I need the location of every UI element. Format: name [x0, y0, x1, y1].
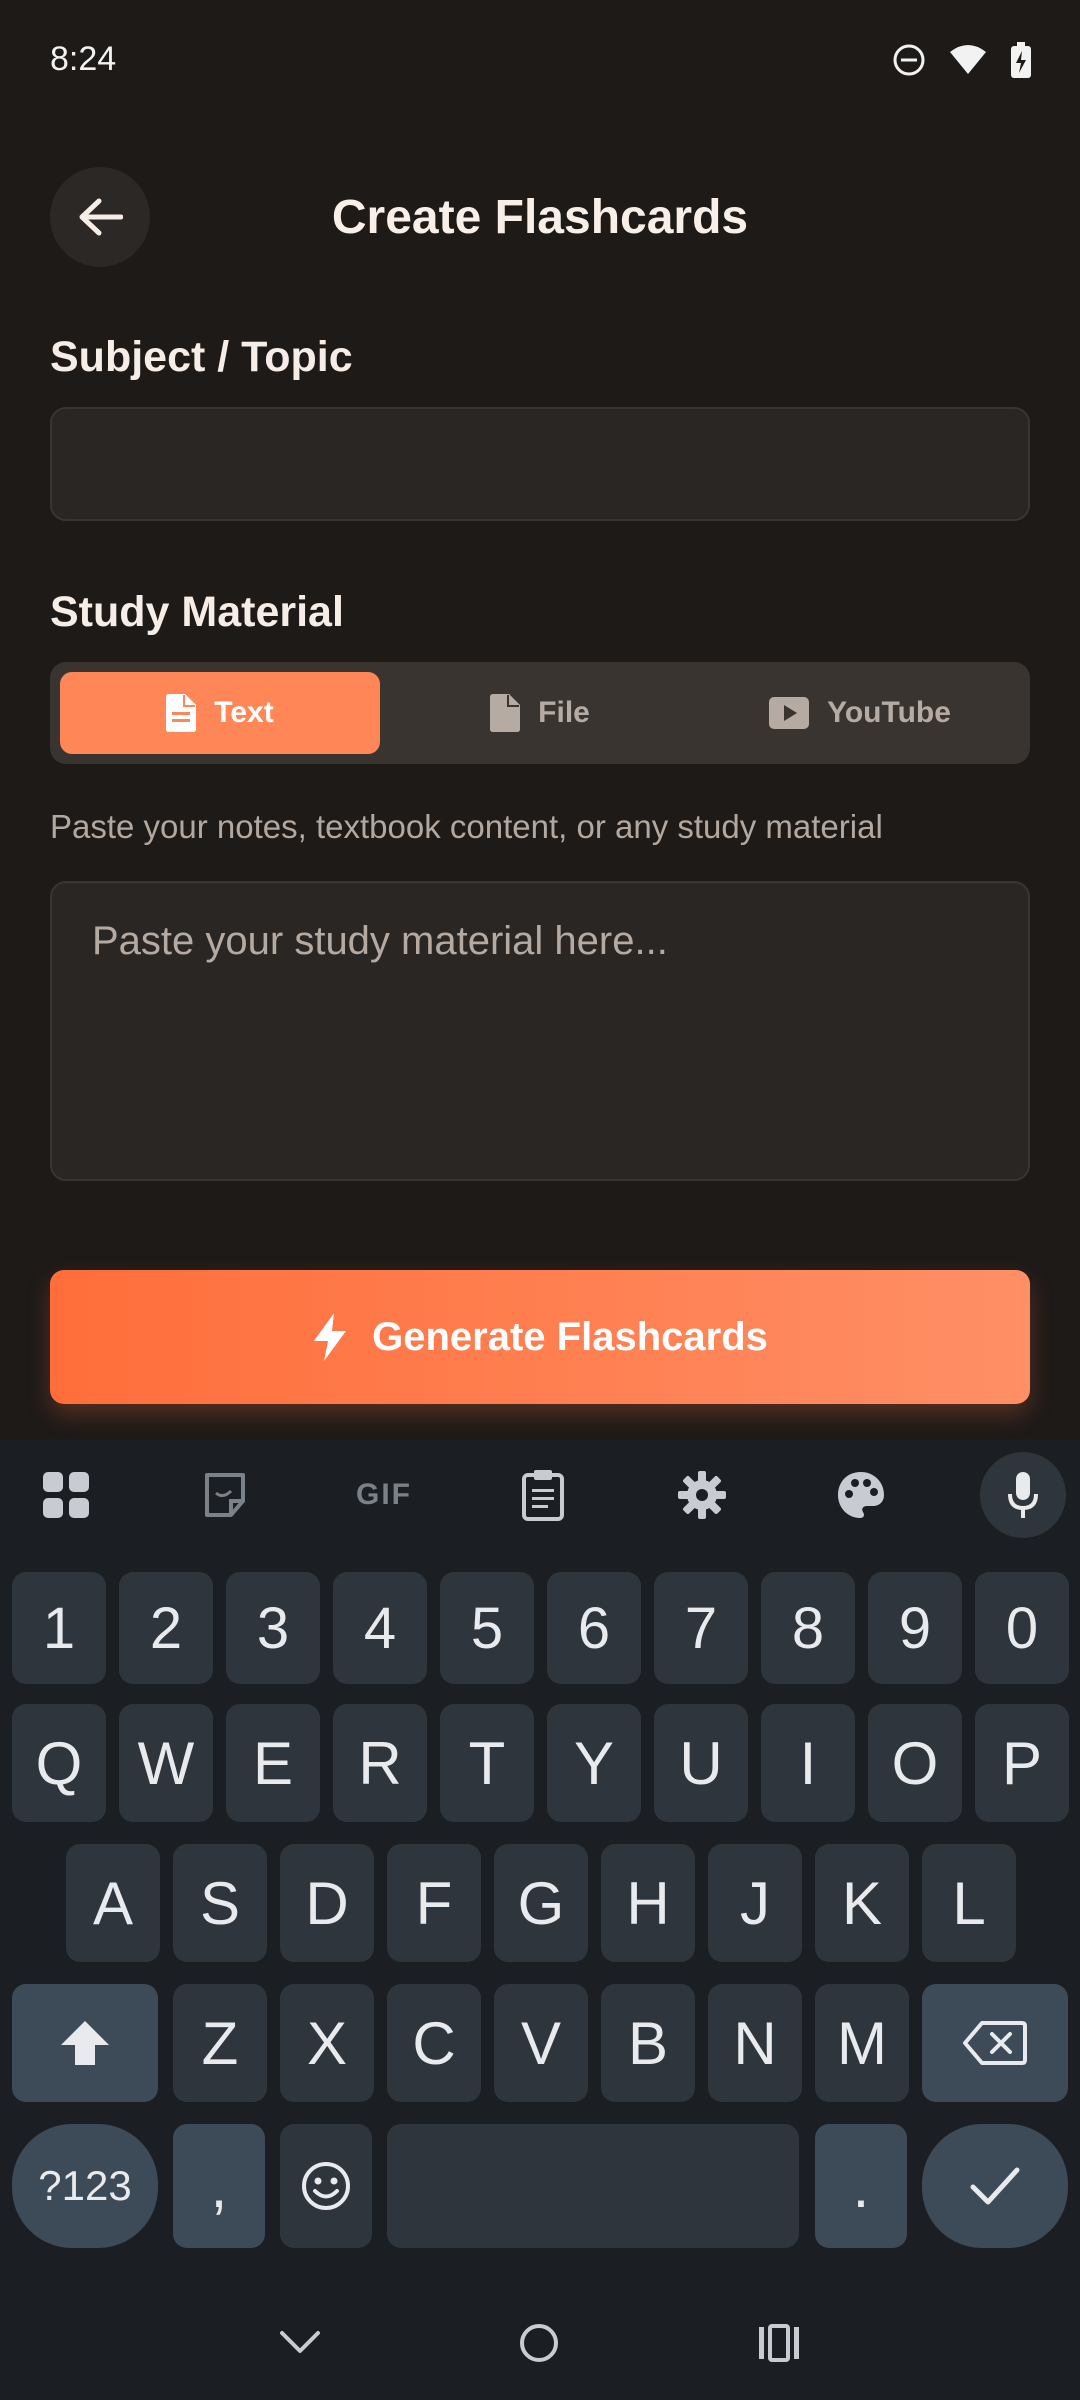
key-s[interactable]: S — [173, 1844, 267, 1962]
key-0[interactable]: 0 — [975, 1572, 1069, 1684]
key-v[interactable]: V — [494, 1984, 588, 2102]
nav-hide-keyboard-button[interactable] — [279, 2330, 321, 2361]
key-c[interactable]: C — [387, 1984, 481, 2102]
generate-flashcards-button[interactable]: Generate Flashcards — [50, 1270, 1030, 1404]
key-h[interactable]: H — [601, 1844, 695, 1962]
key-5[interactable]: 5 — [440, 1572, 534, 1684]
study-material-textarea[interactable] — [50, 881, 1030, 1181]
chevron-down-icon — [279, 2330, 320, 2353]
key-d[interactable]: D — [280, 1844, 374, 1962]
tab-text-label: Text — [214, 696, 274, 729]
key-y[interactable]: Y — [547, 1704, 641, 1822]
enter-key[interactable] — [922, 2124, 1068, 2248]
key-9[interactable]: 9 — [868, 1572, 962, 1684]
key-g[interactable]: G — [494, 1844, 588, 1962]
key-1[interactable]: 1 — [12, 1572, 106, 1684]
recents-icon — [759, 2323, 800, 2362]
palette-icon[interactable] — [821, 1455, 901, 1535]
shift-key[interactable] — [12, 1984, 158, 2102]
gif-icon[interactable]: GIF — [344, 1455, 424, 1535]
subject-input[interactable] — [50, 407, 1030, 521]
nav-recents-button[interactable] — [757, 2323, 801, 2367]
key-u[interactable]: U — [654, 1704, 748, 1822]
file-icon — [490, 694, 521, 732]
key-3[interactable]: 3 — [226, 1572, 320, 1684]
key-6[interactable]: 6 — [547, 1572, 641, 1684]
key-2[interactable]: 2 — [119, 1572, 213, 1684]
key-n[interactable]: N — [708, 1984, 802, 2102]
key-z[interactable]: Z — [173, 1984, 267, 2102]
material-type-tabs: Text File YouTube — [50, 662, 1030, 764]
key-f[interactable]: F — [387, 1844, 481, 1962]
do-not-disturb-icon — [893, 44, 925, 76]
home-circle-icon — [519, 2323, 558, 2362]
key-b[interactable]: B — [601, 1984, 695, 2102]
key-q[interactable]: Q — [12, 1704, 106, 1822]
backspace-icon — [963, 2021, 1027, 2065]
study-material-label: Study Material — [50, 588, 344, 636]
status-icons — [892, 42, 1032, 78]
key-t[interactable]: T — [440, 1704, 534, 1822]
status-time: 8:24 — [50, 40, 117, 78]
battery-charging-icon — [1011, 42, 1031, 78]
tab-file-label: File — [538, 696, 590, 729]
checkmark-icon — [970, 2167, 1020, 2205]
nav-home-button[interactable] — [518, 2322, 560, 2369]
key-p[interactable]: P — [975, 1704, 1069, 1822]
key-w[interactable]: W — [119, 1704, 213, 1822]
tab-youtube[interactable]: YouTube — [700, 672, 1020, 754]
key-8[interactable]: 8 — [761, 1572, 855, 1684]
key-l[interactable]: L — [922, 1844, 1016, 1962]
sticker-icon[interactable] — [185, 1455, 265, 1535]
space-key[interactable] — [387, 2124, 799, 2248]
backspace-key[interactable] — [922, 1984, 1068, 2102]
tab-text[interactable]: Text — [60, 672, 380, 754]
key-o[interactable]: O — [868, 1704, 962, 1822]
key-a[interactable]: A — [66, 1844, 160, 1962]
tab-file[interactable]: File — [380, 672, 700, 754]
emoji-icon — [302, 2162, 350, 2210]
keyboard-toolbar: GIF — [0, 1440, 1080, 1550]
keyboard: GIF 1 2 3 4 5 6 7 8 9 0 Q W E R T Y U I … — [0, 1440, 1080, 2400]
key-m[interactable]: M — [815, 1984, 909, 2102]
document-icon — [166, 694, 197, 732]
youtube-icon — [769, 697, 810, 729]
key-j[interactable]: J — [708, 1844, 802, 1962]
comma-key[interactable]: , — [173, 2124, 265, 2248]
key-k[interactable]: K — [815, 1844, 909, 1962]
wifi-icon — [950, 45, 986, 74]
symbols-key[interactable]: ?123 — [12, 2124, 158, 2248]
period-key[interactable]: . — [815, 2124, 907, 2248]
apps-icon[interactable] — [26, 1455, 106, 1535]
key-7[interactable]: 7 — [654, 1572, 748, 1684]
subject-label: Subject / Topic — [50, 333, 353, 381]
page-title: Create Flashcards — [331, 191, 749, 244]
lightning-icon — [314, 1313, 347, 1361]
shift-icon — [61, 2021, 109, 2065]
key-i[interactable]: I — [761, 1704, 855, 1822]
settings-icon[interactable] — [662, 1455, 742, 1535]
key-r[interactable]: R — [333, 1704, 427, 1822]
key-x[interactable]: X — [280, 1984, 374, 2102]
generate-flashcards-label: Generate Flashcards — [372, 1314, 768, 1359]
tab-youtube-label: YouTube — [827, 696, 951, 729]
clipboard-icon[interactable] — [503, 1455, 583, 1535]
navigation-bar — [0, 2290, 1080, 2400]
material-hint: Paste your notes, textbook content, or a… — [50, 808, 883, 845]
mic-button[interactable] — [980, 1452, 1066, 1538]
key-e[interactable]: E — [226, 1704, 320, 1822]
key-4[interactable]: 4 — [333, 1572, 427, 1684]
gif-label: GIF — [356, 1478, 412, 1511]
emoji-key[interactable] — [280, 2124, 372, 2248]
mic-icon — [1008, 1472, 1038, 1518]
